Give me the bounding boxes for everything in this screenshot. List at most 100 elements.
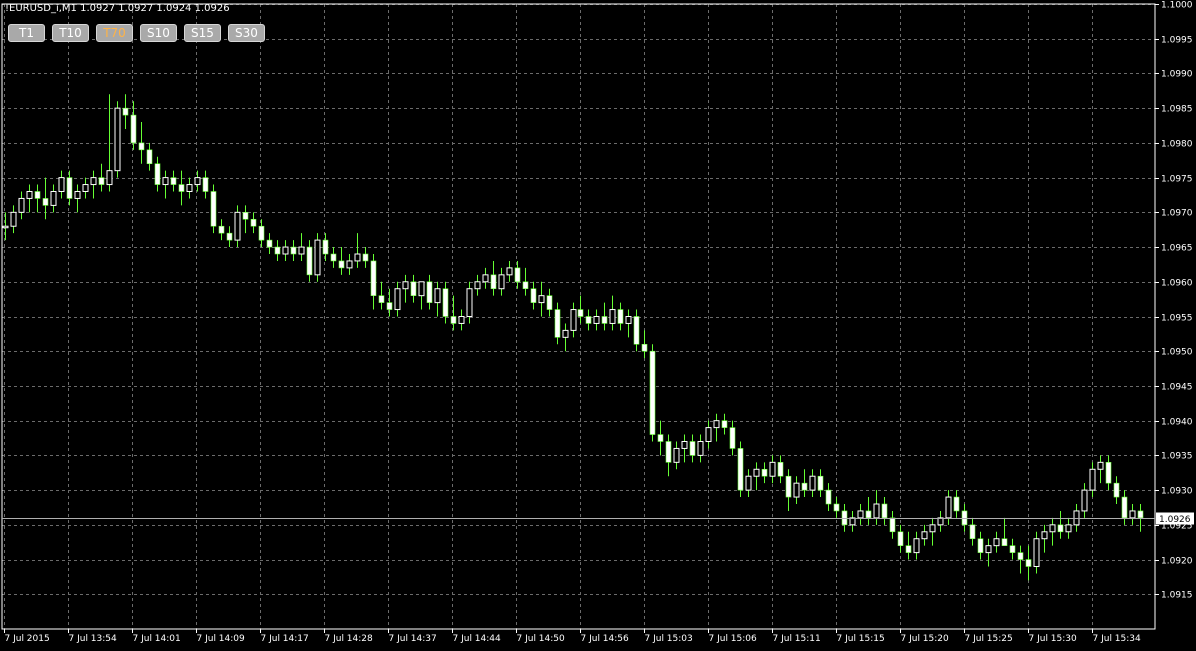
candle (122, 94, 129, 129)
btn-s30[interactable]: S30 (228, 24, 265, 42)
candle (769, 455, 776, 484)
candle (777, 455, 784, 484)
candle-body (633, 316, 640, 345)
candle-body (66, 177, 73, 199)
candle (58, 170, 65, 199)
candle-body (114, 107, 121, 172)
y-tick-label: 1.0950 (1161, 348, 1193, 358)
candle-body (258, 225, 265, 241)
candle (498, 267, 505, 296)
candle (1121, 490, 1128, 525)
candle (322, 233, 329, 261)
candle (274, 240, 281, 261)
candle-body (298, 246, 305, 255)
candle-body (1025, 559, 1032, 567)
chart-header: !EURUSD_i,M1 1.0927 1.0927 1.0924 1.0926 (5, 3, 230, 14)
candle (1097, 455, 1104, 484)
candle (10, 205, 17, 234)
btn-t1[interactable]: T1 (8, 24, 45, 42)
candle-body (641, 343, 648, 352)
candle-body (793, 482, 800, 498)
candle-body (434, 288, 441, 304)
candle-body (1121, 496, 1128, 519)
candle (625, 309, 632, 338)
candle (242, 205, 249, 234)
candle-body (386, 302, 393, 310)
candle-body (953, 496, 960, 512)
candle-body (593, 316, 600, 324)
candle (809, 469, 816, 498)
y-tick-label: 1.0975 (1161, 175, 1193, 185)
candle (482, 267, 489, 289)
candle (546, 288, 553, 317)
candle (490, 260, 497, 296)
candle (458, 309, 465, 331)
candle-body (418, 281, 425, 297)
candle-body (538, 295, 545, 304)
candle (745, 469, 752, 498)
candle-body (1129, 510, 1136, 519)
candle (82, 177, 89, 199)
candle (673, 441, 680, 470)
candle-body (90, 177, 97, 186)
candle (713, 413, 720, 442)
candle (985, 538, 992, 567)
price-chart[interactable]: 1.1000 1.0995 1.0990 1.0985 1.0980 1.0975 1.09… (0, 0, 1196, 647)
candle (649, 344, 656, 442)
btn-s15[interactable]: S15 (184, 24, 221, 42)
candle-body (146, 149, 153, 165)
candle-body (410, 281, 417, 296)
candle (849, 510, 856, 532)
btn-t70[interactable]: T70 (96, 24, 133, 42)
candle (42, 177, 49, 220)
candle-body (282, 246, 289, 255)
btn-t10[interactable]: T10 (52, 24, 89, 42)
candle (657, 420, 664, 456)
candle (98, 163, 105, 192)
candle (793, 476, 800, 504)
candle-body (769, 461, 776, 477)
candle (210, 184, 217, 234)
candle-body (570, 309, 577, 331)
candle-body (721, 420, 728, 428)
candle-body (1049, 524, 1056, 533)
x-tick-label: 7 Jul 14:56 (581, 634, 630, 644)
candle (250, 212, 257, 234)
candle (857, 504, 864, 525)
candle (1105, 455, 1112, 491)
candle-body (162, 177, 169, 186)
candle (921, 524, 928, 546)
y-tick-label: 1.0995 (1161, 36, 1193, 46)
candle-body (729, 427, 736, 449)
candle (74, 184, 81, 213)
x-tick-label: 7 Jul 15:30 (1029, 634, 1078, 644)
x-tick-label: 7 Jul 15:20 (901, 634, 950, 644)
candle-body (98, 177, 105, 185)
candle-body (1097, 461, 1104, 470)
x-tick-label: 7 Jul 15:11 (773, 634, 821, 644)
candle-body (961, 510, 968, 526)
candle (194, 170, 201, 192)
chart-canvas[interactable]: 1.1000 1.0995 1.0990 1.0985 1.0980 1.0975 1.09… (0, 0, 1196, 647)
candle-body (873, 503, 880, 519)
candle-body (530, 288, 537, 303)
candle-body (945, 496, 952, 519)
candle-body (921, 531, 928, 540)
candle-body (2, 225, 9, 229)
y-tick-label: 1.0945 (1161, 383, 1193, 393)
candle (801, 469, 808, 498)
candle-body (106, 170, 113, 186)
candle (1001, 517, 1008, 546)
candle-body (649, 350, 656, 435)
btn-s10[interactable]: S10 (140, 24, 177, 42)
candle-body (274, 246, 281, 255)
candle (530, 281, 537, 310)
candle-body (74, 191, 81, 199)
candle-body (314, 239, 321, 276)
candle (617, 302, 624, 331)
candle-body (362, 253, 369, 262)
candle-body (50, 191, 57, 206)
candle-body (482, 274, 489, 283)
candle-body (210, 191, 217, 227)
candle-body (402, 281, 409, 290)
